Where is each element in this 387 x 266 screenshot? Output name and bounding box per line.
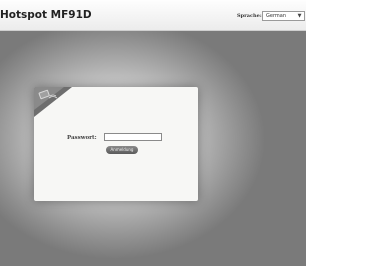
password-input[interactable]: [104, 133, 162, 141]
chevron-down-icon: ▼: [297, 13, 302, 19]
login-button[interactable]: Anmeldung: [106, 146, 138, 154]
device-logo-icon: [34, 87, 72, 117]
login-card: Passwort: Anmeldung: [34, 87, 198, 201]
language-selected-value: German: [266, 13, 287, 19]
header-bar: Hotspot MF91D Sprache: German ▼: [0, 0, 306, 31]
login-background: Passwort: Anmeldung: [0, 31, 306, 266]
password-label: Passwort:: [67, 135, 97, 141]
page-title: Hotspot MF91D: [0, 9, 92, 21]
language-select[interactable]: German ▼: [262, 11, 305, 21]
language-label: Sprache:: [237, 13, 262, 19]
app-window: Hotspot MF91D Sprache: German ▼ Passwort…: [0, 0, 306, 266]
